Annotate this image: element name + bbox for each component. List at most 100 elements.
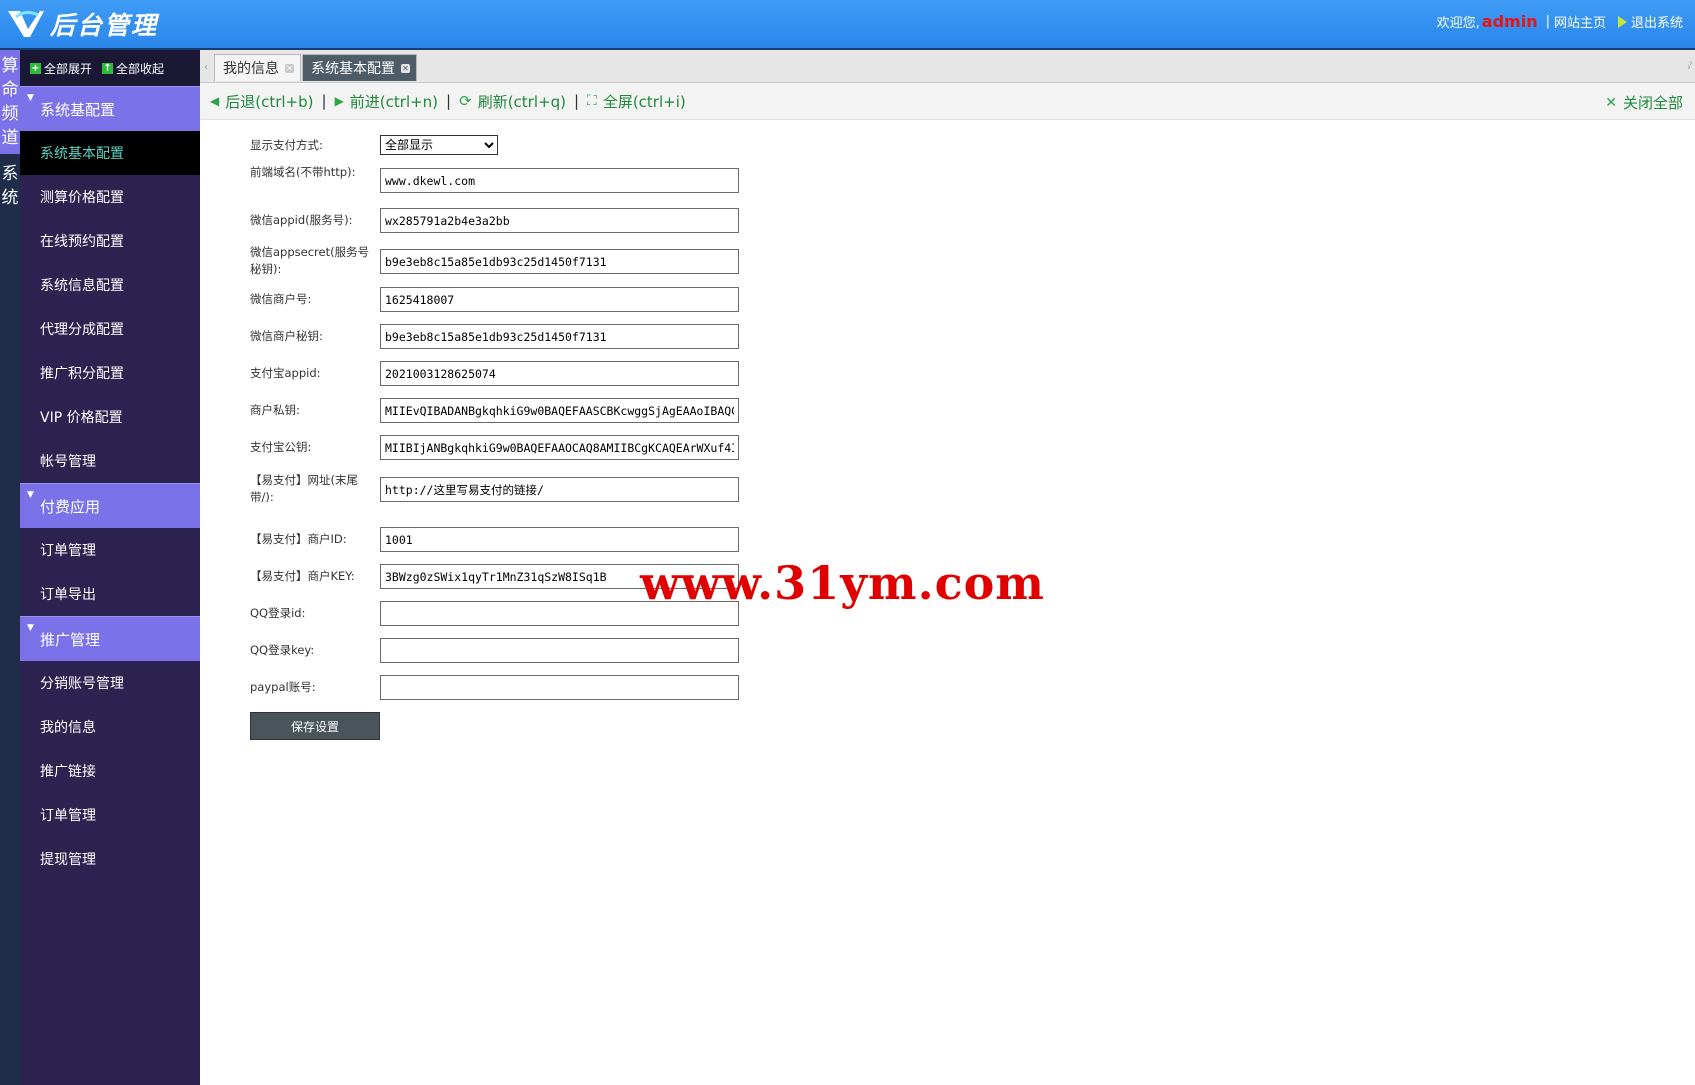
item-label: 推广积分配置 bbox=[40, 366, 124, 382]
refresh-button[interactable]: ⟳ 刷新(ctrl+q) bbox=[459, 91, 566, 112]
group-label: 付费应用 bbox=[40, 497, 101, 516]
alipay-appid-input[interactable] bbox=[380, 361, 739, 386]
app-title: 后台管理 bbox=[50, 11, 159, 40]
item-label: 系统基本配置 bbox=[40, 146, 124, 162]
item-label: 系统信息配置 bbox=[40, 278, 124, 294]
field-label: 商户私钥: bbox=[250, 403, 300, 417]
field-label: 【易支付】商户ID: bbox=[250, 532, 347, 546]
group-label: 系统基配置 bbox=[40, 100, 116, 119]
item-label: 我的信息 bbox=[40, 720, 96, 736]
back-label: 后退(ctrl+b) bbox=[225, 92, 314, 111]
field-label: 微信appsecret(服务号秘钥): bbox=[250, 245, 370, 276]
channel-strip: 算命频道 系统 bbox=[0, 50, 20, 1085]
fullscreen-label: 全屏(ctrl+i) bbox=[602, 92, 686, 111]
sidebar-item-withdraw[interactable]: 提现管理 bbox=[20, 837, 200, 881]
sidebar-group-paid[interactable]: ▼ 付费应用 bbox=[20, 483, 200, 528]
tab-system-config[interactable]: 系统基本配置 ✕ bbox=[302, 54, 417, 81]
save-button[interactable]: 保存设置 bbox=[250, 712, 380, 740]
item-label: 提现管理 bbox=[40, 852, 96, 868]
sidebar: + 全部展开 ↑ 全部收起 ▼ 系统基配置 系统基本配置 测算价格配置 在线预约… bbox=[20, 50, 200, 1085]
logo-icon bbox=[8, 10, 44, 37]
qq-id-input[interactable] bbox=[380, 601, 739, 626]
collapse-all-label: 全部收起 bbox=[116, 61, 165, 76]
site-home-link[interactable]: 网站主页 bbox=[1554, 12, 1606, 31]
channel-fortune[interactable]: 算命频道 bbox=[0, 50, 20, 154]
tab-label: 我的信息 bbox=[223, 61, 279, 77]
field-label: QQ登录key: bbox=[250, 643, 315, 657]
qq-key-input[interactable] bbox=[380, 638, 739, 663]
field-label: 支付宝公钥: bbox=[250, 440, 312, 454]
welcome-text: 欢迎您, bbox=[1436, 16, 1480, 31]
group-label: 推广管理 bbox=[40, 630, 101, 649]
epay-url-input[interactable] bbox=[380, 477, 739, 502]
epay-id-input[interactable] bbox=[380, 527, 739, 552]
paypal-input[interactable] bbox=[380, 675, 739, 700]
sidebar-item-myinfo[interactable]: 我的信息 bbox=[20, 705, 200, 749]
item-label: 订单导出 bbox=[40, 587, 96, 603]
separator: | bbox=[573, 92, 580, 110]
item-label: 在线预约配置 bbox=[40, 234, 124, 250]
wx-mchid-input[interactable] bbox=[380, 287, 739, 312]
sidebar-item-order-export[interactable]: 订单导出 bbox=[20, 572, 200, 616]
pay-mode-select[interactable]: 全部显示 bbox=[380, 135, 498, 155]
wx-appid-input[interactable] bbox=[380, 208, 739, 233]
epay-key-input[interactable] bbox=[380, 564, 739, 589]
sidebar-item-orders[interactable]: 订单管理 bbox=[20, 528, 200, 572]
sidebar-item-points[interactable]: 推广积分配置 bbox=[20, 351, 200, 395]
username[interactable]: admin bbox=[1482, 12, 1538, 31]
arrow-left-icon: ◀ bbox=[210, 94, 220, 108]
domain-input[interactable] bbox=[380, 168, 739, 193]
close-icon[interactable]: ✕ bbox=[401, 63, 410, 73]
wx-appsecret-input[interactable] bbox=[380, 249, 739, 274]
tab-my-info[interactable]: 我的信息 ✕ bbox=[214, 54, 301, 81]
tab-bar: ‹ 我的信息 ✕ 系统基本配置 ✕ › bbox=[200, 50, 1695, 83]
sidebar-item-accounts[interactable]: 帐号管理 bbox=[20, 439, 200, 483]
item-label: 帐号管理 bbox=[40, 454, 96, 470]
close-icon[interactable]: ✕ bbox=[285, 63, 294, 73]
collapse-all-button[interactable]: ↑ 全部收起 bbox=[102, 60, 164, 77]
sidebar-item-promo-orders[interactable]: 订单管理 bbox=[20, 793, 200, 837]
field-label: paypal账号: bbox=[250, 680, 316, 694]
item-label: 订单管理 bbox=[40, 808, 96, 824]
chevron-down-icon: ▼ bbox=[27, 93, 34, 103]
page-toolbar: ◀ 后退(ctrl+b) | ▶ 前进(ctrl+n) | ⟳ 刷新(ctrl+… bbox=[200, 83, 1695, 120]
scroll-right-icon[interactable]: › bbox=[1689, 58, 1693, 69]
plus-icon: + bbox=[30, 62, 41, 74]
item-label: 测算价格配置 bbox=[40, 190, 124, 206]
item-label: VIP 价格配置 bbox=[40, 410, 123, 426]
sidebar-item-price[interactable]: 测算价格配置 bbox=[20, 175, 200, 219]
logout-link[interactable]: 退出系统 bbox=[1617, 12, 1683, 31]
field-label: QQ登录id: bbox=[250, 606, 306, 620]
sidebar-item-vip[interactable]: VIP 价格配置 bbox=[20, 395, 200, 439]
wx-mchkey-input[interactable] bbox=[380, 324, 739, 349]
sidebar-item-booking[interactable]: 在线预约配置 bbox=[20, 219, 200, 263]
alipay-pubkey-input[interactable] bbox=[380, 435, 739, 460]
tab-scroll-left-icon[interactable]: ‹ bbox=[202, 56, 210, 80]
forward-button[interactable]: ▶ 前进(ctrl+n) bbox=[335, 91, 438, 112]
private-key-input[interactable] bbox=[380, 398, 739, 423]
separator: | bbox=[321, 92, 327, 110]
logout-arrow-icon bbox=[1617, 15, 1627, 28]
field-label: 微信商户秘钥: bbox=[250, 329, 323, 343]
sidebar-item-system-basic[interactable]: 系统基本配置 bbox=[20, 131, 200, 175]
back-button[interactable]: ◀ 后退(ctrl+b) bbox=[210, 91, 314, 112]
sidebar-toolbar: + 全部展开 ↑ 全部收起 bbox=[20, 50, 200, 86]
chevron-down-icon: ▼ bbox=[27, 490, 34, 500]
separator: | bbox=[446, 92, 452, 110]
channel-system[interactable]: 系统 bbox=[0, 162, 20, 210]
user-bar: 欢迎您, admin | 网站主页 退出系统 bbox=[1437, 12, 1683, 31]
sidebar-group-system[interactable]: ▼ 系统基配置 bbox=[20, 86, 200, 131]
field-label: 微信appid(服务号): bbox=[250, 213, 353, 227]
sidebar-item-distribution[interactable]: 分销账号管理 bbox=[20, 661, 200, 705]
close-all-label: 关闭全部 bbox=[1622, 94, 1683, 112]
field-label: 显示支付方式: bbox=[250, 138, 323, 152]
arrow-right-icon: ▶ bbox=[334, 94, 344, 108]
sidebar-item-sysinfo[interactable]: 系统信息配置 bbox=[20, 263, 200, 307]
fullscreen-button[interactable]: ⛶ 全屏(ctrl+i) bbox=[587, 91, 686, 112]
expand-all-button[interactable]: + 全部展开 bbox=[30, 60, 92, 77]
sidebar-group-promo[interactable]: ▼ 推广管理 bbox=[20, 616, 200, 661]
sidebar-item-promo-link[interactable]: 推广链接 bbox=[20, 749, 200, 793]
close-all-button[interactable]: ✕ 关闭全部 bbox=[1605, 92, 1683, 113]
sidebar-item-agent[interactable]: 代理分成配置 bbox=[20, 307, 200, 351]
close-icon: ✕ bbox=[1605, 94, 1617, 111]
